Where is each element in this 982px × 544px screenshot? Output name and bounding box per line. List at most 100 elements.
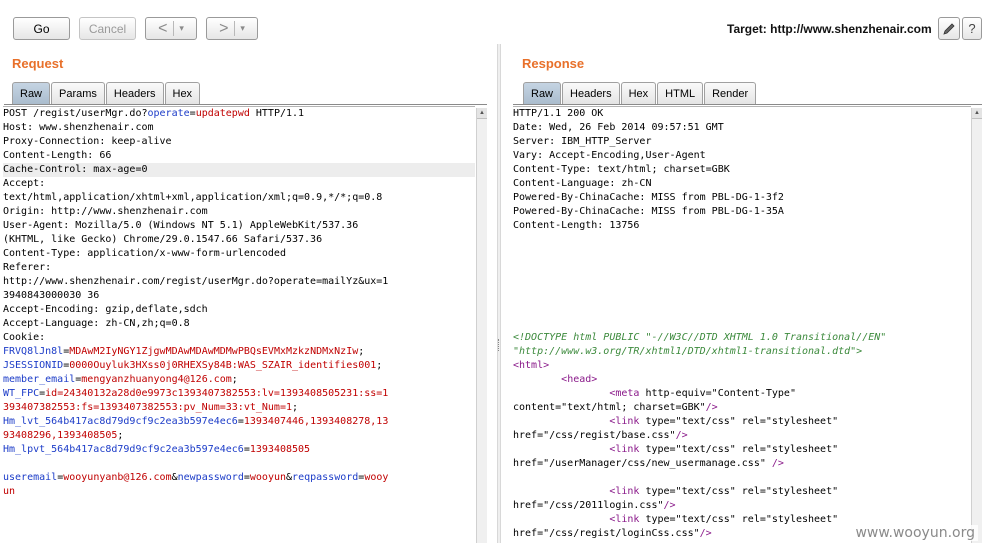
text-segment: HTTP/1.1 (249, 108, 305, 119)
text-line: Origin: http://www.shenzhenair.com (3, 205, 475, 219)
text-segment: /> (771, 458, 784, 469)
response-title: Response (522, 56, 585, 71)
separator (173, 21, 175, 36)
text-segment: Powered-By-ChinaCache: MISS from PBL-DG-… (513, 206, 784, 217)
response-tab-html[interactable]: HTML (657, 82, 704, 104)
text-line: 393407382553:fs=1393407382553:pv_Num=33:… (3, 401, 475, 415)
text-segment: /> (705, 402, 718, 413)
divider-grip[interactable] (498, 339, 501, 351)
text-line: Accept: (3, 177, 475, 191)
text-segment: 0000Ouyluk3HXss0j0RHEXSy84B:WAS_SZAIR_id… (69, 360, 377, 371)
text-line: useremail=wooyunyanb@126.com&newpassword… (3, 471, 475, 485)
text-line: content="text/html; charset=GBK"/> (513, 401, 971, 415)
text-segment: WT_FPC (3, 388, 40, 399)
text-line: Date: Wed, 26 Feb 2014 09:57:51 GMT (513, 121, 971, 135)
text-segment: <link (609, 444, 640, 455)
text-segment: Content-Length: 13756 (513, 220, 640, 231)
text-line (3, 457, 475, 471)
text-segment: type="text/css" rel="stylesheet" (639, 514, 839, 525)
forward-button[interactable]: > ▾ (206, 17, 258, 40)
request-scrollbar[interactable]: ▲ (476, 108, 487, 543)
text-segment: href="/css/2011login.css" (513, 500, 664, 511)
text-line: Powered-By-ChinaCache: MISS from PBL-DG-… (513, 205, 971, 219)
cancel-button[interactable]: Cancel (79, 17, 136, 40)
text-segment: type="text/css" rel="stylesheet" (639, 486, 839, 497)
response-tab-underline (513, 104, 982, 105)
response-tab-hex[interactable]: Hex (620, 82, 657, 104)
text-segment: wooyunyanb@126.com (63, 472, 172, 483)
text-segment (513, 416, 609, 427)
go-button[interactable]: Go (13, 17, 70, 40)
request-editor[interactable]: POST /regist/userMgr.do?operate=updatepw… (3, 106, 475, 544)
text-segment: POST /regist/userMgr.do? (3, 108, 148, 119)
chevron-down-icon[interactable]: ▾ (179, 23, 184, 34)
text-segment: content="text/html; charset=GBK" (513, 402, 706, 413)
text-segment: href="/css/regist/base.css" (513, 430, 676, 441)
text-line: Content-Length: 13756 (513, 219, 971, 233)
text-segment: Date: Wed, 26 Feb 2014 09:57:51 GMT (513, 122, 724, 133)
text-line: <!DOCTYPE html PUBLIC "-//W3C//DTD XHTML… (513, 331, 971, 345)
scroll-up-icon[interactable]: ▲ (477, 108, 487, 119)
text-line: "http://www.w3.org/TR/xhtml1/DTD/xhtml1-… (513, 345, 971, 359)
text-line: Cookie: (3, 331, 475, 345)
text-segment: type="text/css" rel="stylesheet" (639, 444, 839, 455)
text-line: Accept-Language: zh-CN,zh;q=0.8 (3, 317, 475, 331)
text-line (513, 471, 971, 485)
response-tab-headers[interactable]: Headers (562, 82, 620, 104)
text-line: href="/css/2011login.css"/> (513, 499, 971, 513)
text-segment: <meta (609, 388, 640, 399)
response-tab-raw[interactable]: Raw (523, 82, 562, 104)
text-segment: Cache-Control: max-age=0 (3, 164, 148, 175)
text-segment: /> (675, 430, 688, 441)
text-line: Hm_lpvt_564b417ac8d79d9cf9c2ea3b597e4ec6… (3, 443, 475, 457)
text-segment: newpassword (177, 472, 244, 483)
text-segment: <head> (561, 374, 598, 385)
text-segment: <html> (513, 360, 550, 371)
text-segment: User-Agent: Mozilla/5.0 (Windows NT 5.1)… (3, 220, 359, 231)
split-divider[interactable] (497, 44, 501, 543)
text-segment: Powered-By-ChinaCache: MISS from PBL-DG-… (513, 192, 784, 203)
text-segment: type="text/css" rel="stylesheet" (639, 416, 839, 427)
text-segment: reqpassword (292, 472, 359, 483)
scroll-up-icon[interactable]: ▲ (972, 108, 982, 119)
text-segment: Hm_lpvt_564b417ac8d79d9cf9c2ea3b597e4ec6 (3, 444, 244, 455)
text-segment: Server: IBM_HTTP_Server (513, 136, 652, 147)
text-line: <head> (513, 373, 971, 387)
text-line: <html> (513, 359, 971, 373)
text-line: member_email=mengyanzhuanyong4@126.com; (3, 373, 475, 387)
text-line: JSESSIONID=0000Ouyluk3HXss0j0RHEXSy84B:W… (3, 359, 475, 373)
response-scrollbar[interactable]: ▲ (971, 108, 982, 543)
text-segment: JSESSIONID (3, 360, 64, 371)
edit-target-button[interactable] (938, 17, 960, 40)
text-segment: <link (609, 514, 640, 525)
chevron-down-icon[interactable]: ▾ (240, 23, 245, 34)
request-tab-hex[interactable]: Hex (164, 82, 201, 104)
forward-arrow-icon: > (219, 19, 229, 37)
text-line: POST /regist/userMgr.do?operate=updatepw… (3, 107, 475, 121)
request-tab-raw[interactable]: Raw (12, 82, 51, 104)
response-tab-render[interactable]: Render (704, 82, 757, 104)
text-segment: wooyun (249, 472, 287, 483)
text-segment: Hm_lvt_564b417ac8d79d9cf9c2ea3b597e4ec6 (3, 416, 238, 427)
text-line (513, 317, 971, 331)
text-segment: operate (147, 108, 190, 119)
text-segment: id=24340132a28d0e9973c1393407382553:lv=1… (45, 388, 389, 399)
text-segment: ; (376, 360, 383, 371)
text-segment: MDAwM2IyNGY1ZjgwMDAwMDAwMDMwPBQsEVMxMzkz… (69, 346, 359, 357)
help-button[interactable]: ? (962, 17, 982, 40)
text-segment: 393407382553:fs=1393407382553:pv_Num=33:… (3, 402, 292, 413)
response-editor[interactable]: HTTP/1.1 200 OK Date: Wed, 26 Feb 2014 09… (513, 106, 971, 544)
request-tab-params[interactable]: Params (51, 82, 105, 104)
text-segment: text/html,application/xhtml+xml,applicat… (3, 192, 383, 203)
text-line (513, 303, 971, 317)
text-segment (513, 444, 609, 455)
response-tabs: Raw Headers Hex HTML Render (523, 82, 757, 104)
request-tab-headers[interactable]: Headers (105, 82, 164, 104)
text-segment: Referer: (3, 262, 52, 273)
text-segment: ; (231, 374, 238, 385)
back-button[interactable]: < ▾ (145, 17, 197, 40)
text-line: <link type="text/css" rel="stylesheet" (513, 485, 971, 499)
text-line: <link type="text/css" rel="stylesheet" (513, 415, 971, 429)
text-line: (KHTML, like Gecko) Chrome/29.0.1547.66 … (3, 233, 475, 247)
text-line: Vary: Accept-Encoding,User-Agent (513, 149, 971, 163)
